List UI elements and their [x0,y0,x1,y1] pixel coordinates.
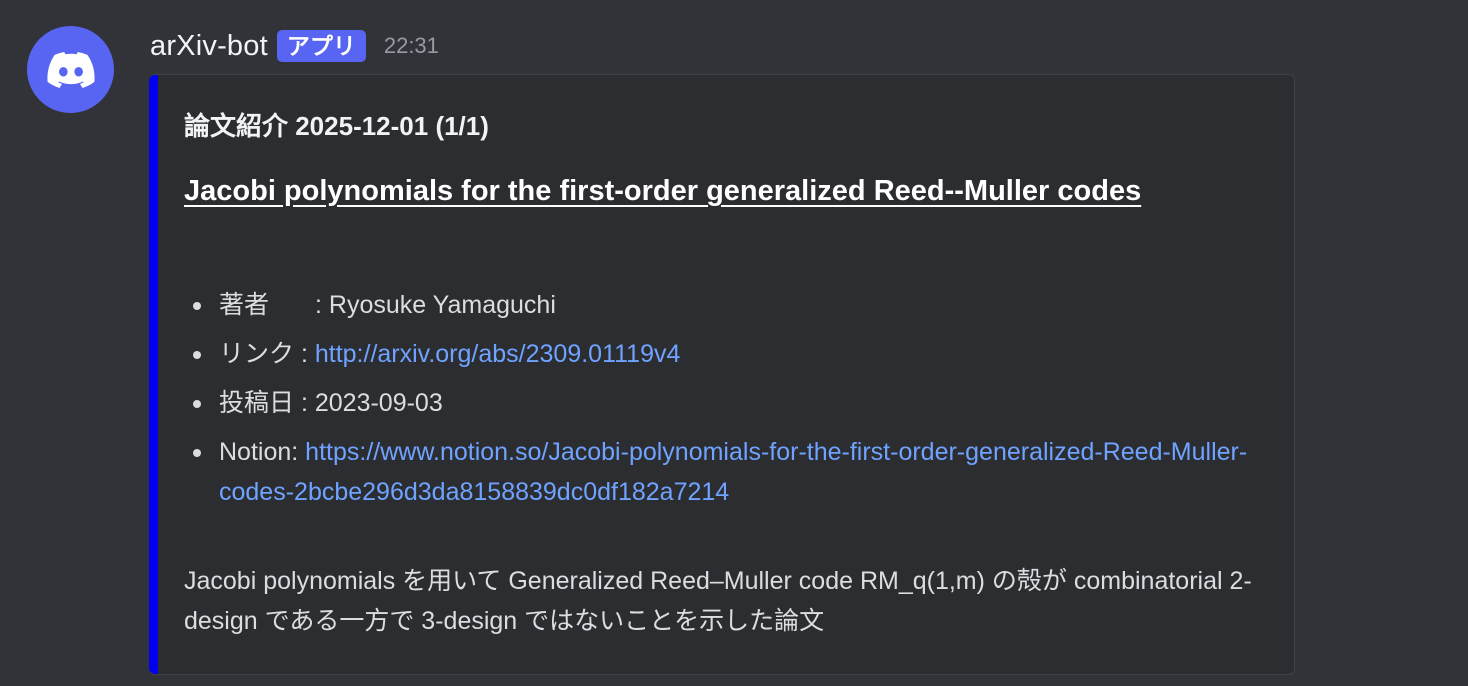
username[interactable]: arXiv-bot [150,30,268,63]
notion-separator: : [291,438,306,466]
date-separator: : [294,389,315,417]
link-separator: : [294,340,315,368]
list-item: Notion: https://www.notion.so/Jacobi-pol… [193,432,1294,512]
bot-avatar[interactable] [27,26,114,113]
embed-field-list: 著者: Ryosuke Yamaguchi リンク : http://arxiv… [184,285,1294,521]
date-value: 2023-09-03 [314,389,443,417]
authors-label: 著者 [219,291,270,319]
timestamp[interactable]: 22:31 [384,33,439,59]
app-badge: アプリ [276,30,366,62]
embed-description: Jacobi polynomials を用いて Generalized Reed… [184,567,1252,635]
link-label: リンク [219,340,295,368]
notion-link[interactable]: https://www.notion.so/Jacobi-polynomials… [219,438,1247,506]
list-item: 投稿日 : 2023-09-03 [193,383,1294,423]
authors-value: Ryosuke Yamaguchi [328,291,556,319]
embed-card: 論文紹介 2025-12-01 (1/1) Jacobi polynomials… [149,74,1295,675]
message-header: arXiv-bot アプリ 22:31 [150,26,439,66]
notion-label: Notion [219,438,292,466]
embed-accent-bar [149,75,158,674]
list-item: 著者: Ryosuke Yamaguchi [193,285,1294,325]
authors-separator: : [315,291,329,319]
embed-author: 論文紹介 2025-12-01 (1/1) [184,111,489,141]
embed-title-link[interactable]: Jacobi polynomials for the first-order g… [184,167,1194,216]
discord-logo-icon [46,51,95,88]
arxiv-link[interactable]: http://arxiv.org/abs/2309.01119v4 [315,340,681,368]
date-label: 投稿日 [219,389,295,417]
chat-message: arXiv-bot アプリ 22:31 論文紹介 2025-12-01 (1/1… [0,0,1468,686]
list-item: リンク : http://arxiv.org/abs/2309.01119v4 [193,334,1294,374]
